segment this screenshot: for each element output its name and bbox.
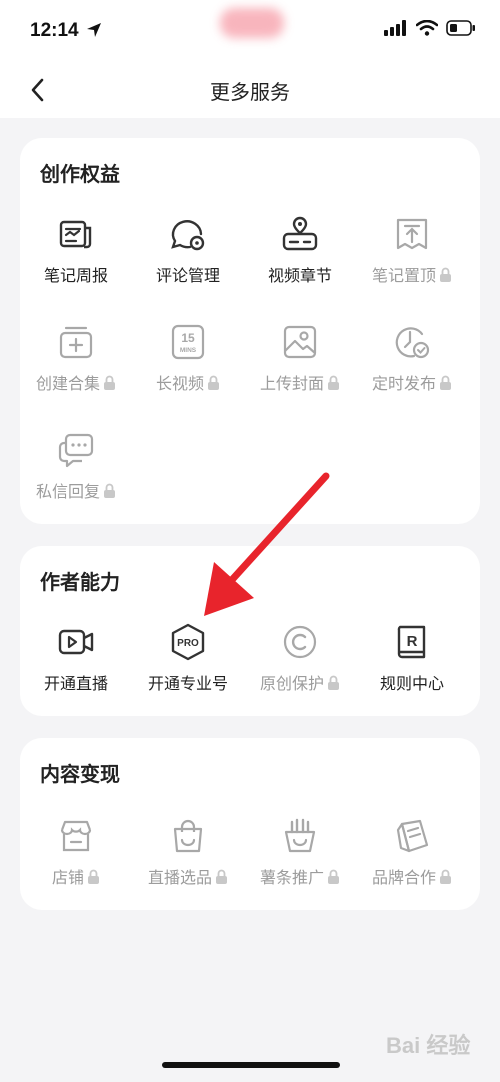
service-item-original-protection[interactable]: 原创保护 xyxy=(244,622,356,712)
lock-icon xyxy=(440,375,451,390)
service-label: 长视频 xyxy=(155,374,204,393)
shopping-bag-icon xyxy=(173,819,203,853)
page-title: 更多服务 xyxy=(210,80,290,104)
service-item-message-reply[interactable]: 私信回复 xyxy=(20,430,132,520)
fries-icon xyxy=(284,818,316,853)
service-label: 私信回复 xyxy=(35,482,100,501)
service-item-open-live[interactable]: 开通直播 xyxy=(20,622,132,712)
status-icons xyxy=(384,20,476,36)
status-time: 12:14 xyxy=(30,20,79,41)
lock-icon xyxy=(440,267,451,282)
home-indicator xyxy=(162,1062,340,1068)
author-ability-card: 作者能力 开通直播 PRO 开通专业号 原创保护 R 规则中心 xyxy=(20,546,480,716)
lock-icon xyxy=(104,483,115,498)
lock-icon xyxy=(328,375,339,390)
service-label: 品牌合作 xyxy=(371,868,436,887)
service-label: 评论管理 xyxy=(155,266,220,285)
section-title: 作者能力 xyxy=(40,570,120,594)
service-item-brand-cooperation[interactable]: 品牌合作 xyxy=(356,816,468,906)
service-item-shop[interactable]: 店铺 xyxy=(20,816,132,906)
watermark-logo: Bai 经验 xyxy=(386,1033,471,1058)
service-item-open-pro-account[interactable]: PRO 开通专业号 xyxy=(132,622,244,712)
service-item-long-video[interactable]: 15 MINS 长视频 xyxy=(132,322,244,412)
content-monetize-card: 内容变现 店铺 直播选品 薯条推广 品牌合作 xyxy=(20,738,480,910)
service-item-scheduled-publish[interactable]: 定时发布 xyxy=(356,322,468,412)
rules-book-icon: R xyxy=(397,625,426,659)
lock-icon xyxy=(208,375,219,390)
brand-coop-icon xyxy=(396,819,429,853)
service-label: 视频章节 xyxy=(267,266,332,285)
long-video-unit: MINS xyxy=(180,347,197,354)
service-item-live-selection[interactable]: 直播选品 xyxy=(132,816,244,906)
service-label: 笔记周报 xyxy=(43,266,108,285)
scheduled-publish-icon xyxy=(395,327,430,359)
service-label: 创建合集 xyxy=(35,374,100,393)
nav-bar: 更多服务 xyxy=(0,62,500,118)
section-title: 创作权益 xyxy=(40,162,120,186)
service-label: 规则中心 xyxy=(379,674,444,693)
pro-badge-icon: PRO xyxy=(171,623,205,661)
create-collection-icon xyxy=(59,326,93,359)
service-label: 店铺 xyxy=(51,868,84,887)
lock-icon xyxy=(88,869,99,884)
signal-icon xyxy=(384,20,406,36)
wifi-icon xyxy=(416,20,438,36)
battery-icon xyxy=(446,20,475,36)
service-label: 开通专业号 xyxy=(147,674,228,693)
comment-manage-icon xyxy=(171,220,205,251)
location-arrow-icon xyxy=(87,23,101,37)
shop-icon xyxy=(60,820,92,852)
weekly-report-icon xyxy=(59,220,92,249)
service-label: 上传封面 xyxy=(259,374,324,393)
blurred-status-content xyxy=(220,8,284,38)
copyright-icon xyxy=(283,625,317,659)
message-reply-icon xyxy=(58,433,94,468)
service-item-weekly-report[interactable]: 笔记周报 xyxy=(20,214,132,304)
rules-letter: R xyxy=(407,633,418,650)
lock-icon xyxy=(440,869,451,884)
lock-icon xyxy=(104,375,115,390)
service-item-create-collection[interactable]: 创建合集 xyxy=(20,322,132,412)
service-item-upload-cover[interactable]: 上传封面 xyxy=(244,322,356,412)
service-item-fries-promotion[interactable]: 薯条推广 xyxy=(244,816,356,906)
lock-icon xyxy=(328,869,339,884)
service-label: 定时发布 xyxy=(371,374,436,393)
upload-cover-icon xyxy=(283,325,317,359)
lock-icon xyxy=(328,675,339,690)
section-title: 内容变现 xyxy=(40,762,120,786)
service-item-pin-top[interactable]: 笔记置顶 xyxy=(356,214,468,304)
status-bar: 12:14 xyxy=(0,0,500,62)
service-item-comment-manage[interactable]: 评论管理 xyxy=(132,214,244,304)
live-video-icon xyxy=(58,629,94,655)
service-label: 开通直播 xyxy=(43,674,108,693)
long-video-number: 15 xyxy=(181,331,195,345)
pin-top-icon xyxy=(396,218,428,250)
video-chapter-icon xyxy=(282,216,318,251)
service-label: 原创保护 xyxy=(259,674,324,693)
service-label: 直播选品 xyxy=(147,868,212,887)
lock-icon xyxy=(216,869,227,884)
service-item-rules-center[interactable]: R 规则中心 xyxy=(356,622,468,712)
creation-rights-card: 创作权益 笔记周报 评论管理 视频章节 笔记置顶 创建合集 15 MINS 长视… xyxy=(20,138,480,524)
service-label: 薯条推广 xyxy=(259,868,324,887)
long-video-icon: 15 MINS xyxy=(171,324,205,360)
pro-text: PRO xyxy=(177,638,199,649)
service-label: 笔记置顶 xyxy=(371,266,436,285)
service-item-video-chapter[interactable]: 视频章节 xyxy=(244,214,356,304)
